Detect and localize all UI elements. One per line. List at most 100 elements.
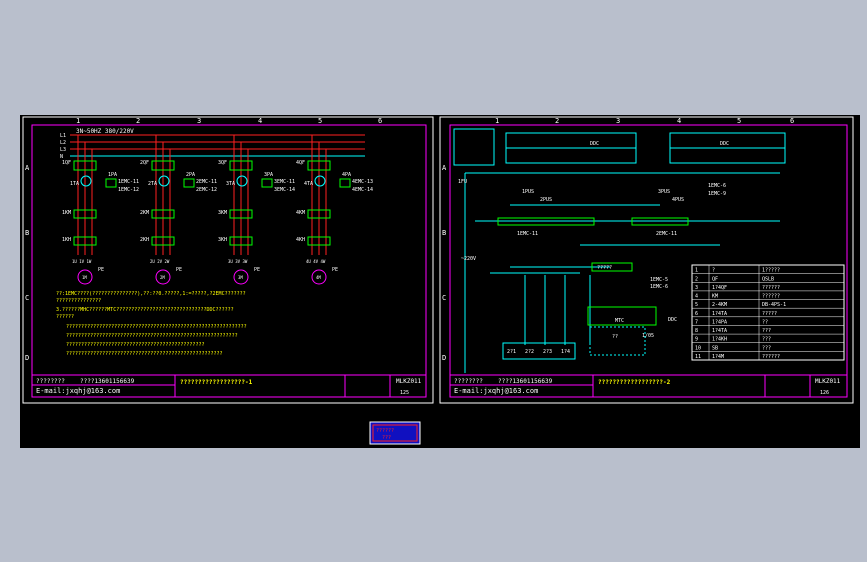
emc-label: 1EMC-11 [118,179,139,185]
bom-cell: ?????? [762,285,780,291]
motor-label: 4M [316,275,321,280]
terms-label: 2U 2V 2W [150,259,170,264]
note-line: ????????????????????????????????????????… [66,324,247,330]
col-number: 4 [677,117,681,125]
io-label: 1/05 [642,333,654,339]
coil-label: 1EMC-11 [517,231,538,237]
bom-cell: 10 [695,345,701,351]
stamp-line: ??? [382,435,391,441]
bom-cell: 5 [695,302,698,308]
col-number: 2 [136,117,140,125]
ddc-label: DDC [590,141,599,147]
voltage-label: ~220V [461,256,476,262]
ct-label: 2TA [148,181,157,187]
bom-cell: DB-4PS-1 [762,302,786,308]
emc-label: 2EMC-12 [196,187,217,193]
note-line: ?????? [56,314,74,320]
contactor-label: 1KM [62,210,71,216]
title-text: ??????????????????-1 [180,379,253,386]
col-number: 6 [378,117,382,125]
bom-cell: 1?4TA [712,328,727,334]
col-number: 2 [555,117,559,125]
bom-cell: KM [712,294,718,300]
coil-label: 2EMC-11 [656,231,677,237]
bus-label: L3 [60,147,66,153]
box-label: ????? [597,265,612,271]
motor-label: 1M [82,275,87,280]
header-grid [453,128,786,166]
pump-circuit-3: 3M 3QF 3TA 3PA 3EMC-11 3EMC-14 3KM 3KH 3… [218,135,295,285]
ct-label: 3TA [226,181,235,187]
terminal-label: 1?4 [561,349,570,355]
bom-cell: ????? [762,311,777,317]
bom-cell: ?????? [762,294,780,300]
pb-label: 1PUS [522,189,534,195]
bom-cell: ? [712,268,715,274]
motor-label: 3M [238,275,243,280]
motor-label: 2M [160,275,165,280]
emc-label: 2EMC-11 [196,179,217,185]
stamp-line: ?????? [376,428,394,434]
bom-cell: 1 [695,268,698,274]
sheet2-col-numbers: 1 2 3 4 5 6 [495,117,794,125]
bom-cell: 9 [695,337,698,343]
note-line: ??????????????? [56,298,101,304]
bom-cell: 1?4PA [712,319,727,325]
bottom-terminals: 2?1 2?2 2?3 1?4 [502,342,576,360]
small-note: ?? [612,334,618,340]
bom-cell: QSLB [762,276,774,282]
bus-label: L1 [60,133,66,139]
emc-small-label: 1EMC-6 [650,284,668,290]
ddc-label: DDC [720,141,729,147]
emc-label: 4EMC-14 [352,187,373,193]
title-email: E-mail:jxqhj@163.com [36,387,120,395]
emc-label: 3EMC-14 [274,187,295,193]
note-line: ??:1EMC????(???????????????),??:??0.????… [56,291,246,297]
terminal-label: 2?2 [525,349,534,355]
col-number: 5 [318,117,322,125]
bom-cell: 1?4M [712,354,724,360]
pb-label: 4PUS [672,197,684,203]
row-letter: D [25,354,29,362]
breaker-label: 4QF [296,160,305,166]
terms-label: 1U 1V 1W [72,259,92,264]
row-letter: C [442,294,446,302]
sheet1-notes: ??:1EMC????(???????????????),??:??0.????… [56,291,247,357]
terminal-label: 2?1 [507,349,516,355]
pump-circuit-4: 4M 4QF 4TA 4PA 4EMC-13 4EMC-14 4KM 4KH 4… [296,135,373,285]
sheet2-title-block: ???????? ????13601156639 E-mail:jxqhj@16… [450,374,847,397]
supply-label: 3N~50HZ 380/220V [76,128,134,135]
relay-label: 4KH [296,237,305,243]
pump-circuit-1: 1M 1QF 1TA 1PA 1EMC-11 1EMC-12 1KM 1KH 1… [62,135,139,285]
bom-cell: 7 [695,319,698,325]
drawing-no: MLKZ011 [815,378,841,385]
terms-label: 3U 3V 3W [228,259,248,264]
bus-labels: L1 L2 L3 N [60,133,66,160]
note-line: 3.??????MHC??????MTC????????????????????… [56,307,234,313]
pb-label: 2PUS [540,197,552,203]
pe-label: PE [332,267,338,273]
bom-cell: 1?4QF [712,285,727,291]
pe-label: PE [176,267,182,273]
terminal-label: 2?3 [543,349,552,355]
row-letter: B [25,229,29,237]
drawing-no: MLKZ011 [396,378,422,385]
bom-cell: 2-4KM [712,302,727,308]
breaker-label: 1QF [62,160,71,166]
contactor-label: 2KM [140,210,149,216]
page-no: 126 [820,390,829,396]
emc-label: 1EMC-12 [118,187,139,193]
bus-label: L2 [60,140,66,146]
row-letter: B [442,229,446,237]
note-line: ????????????????????????????????????????… [66,333,238,339]
row-letter: D [442,354,446,362]
title-email: E-mail:jxqhj@163.com [454,387,538,395]
pe-label: PE [98,267,104,273]
dashed-box [589,326,646,356]
page-no: 125 [400,390,409,396]
coil-label: 1EMC-6 [708,183,726,189]
sheet2-inner-border [449,124,848,398]
pa-label: 3PA [264,172,273,178]
emc-label: 4EMC-13 [352,179,373,185]
stamp: ?????? ??? [369,421,421,445]
